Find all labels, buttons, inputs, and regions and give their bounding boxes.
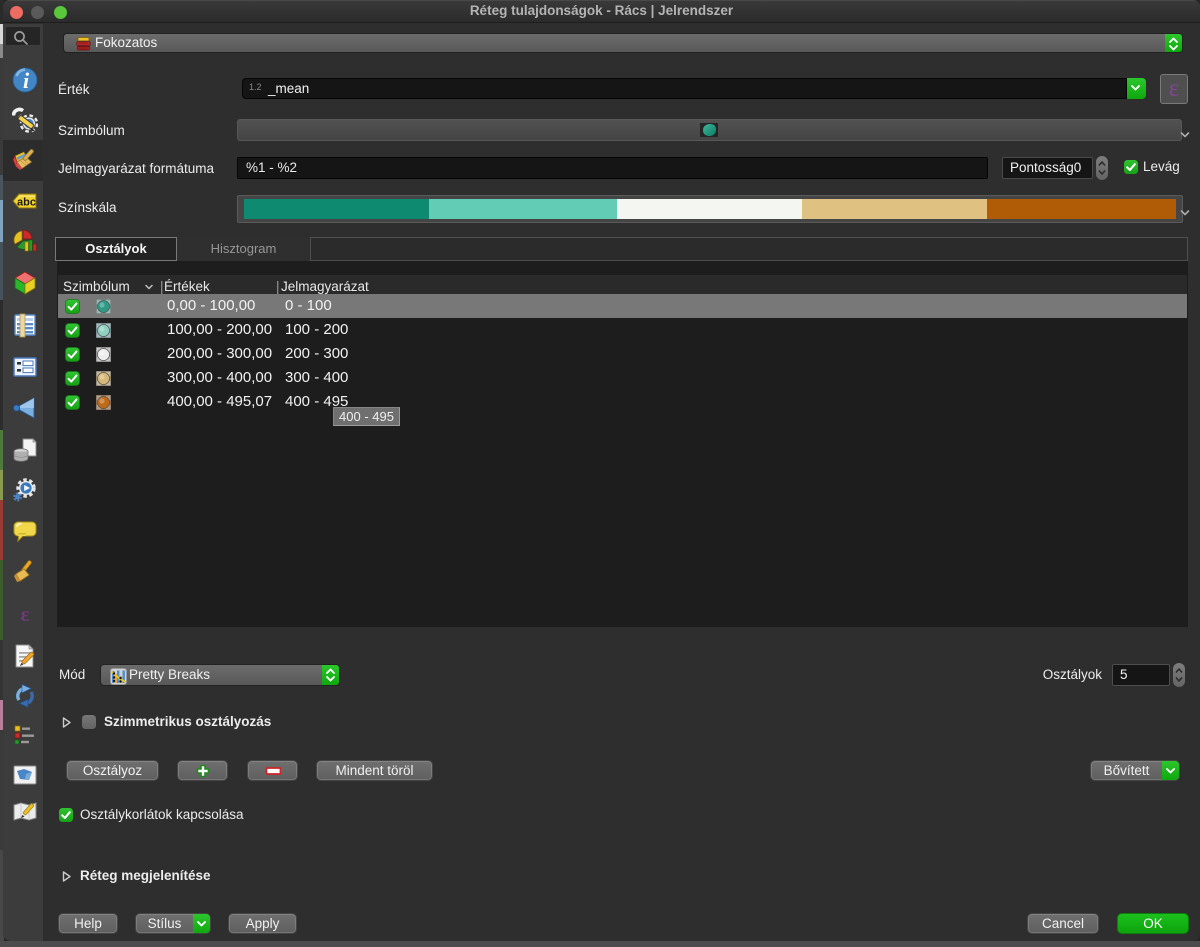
- svg-text:i: i: [23, 68, 30, 93]
- svg-text:ε: ε: [21, 602, 30, 626]
- svg-text:abc: abc: [17, 197, 36, 209]
